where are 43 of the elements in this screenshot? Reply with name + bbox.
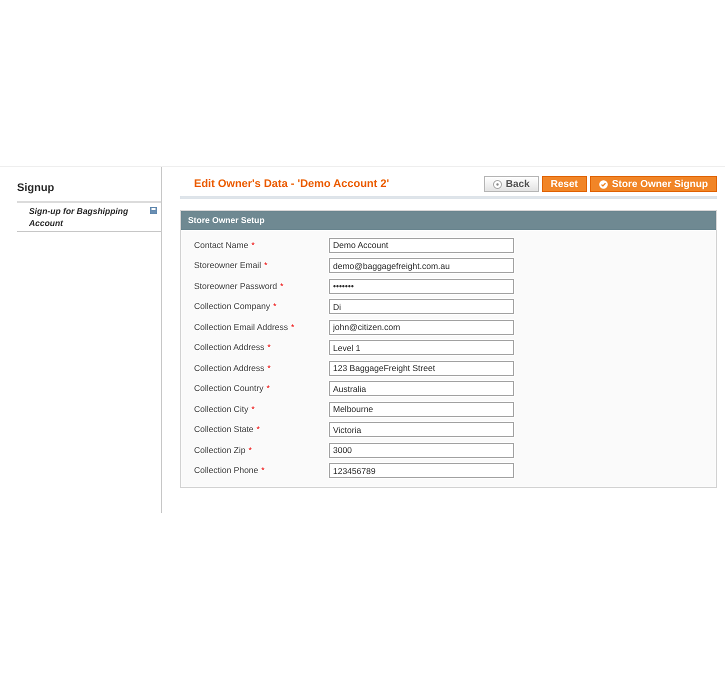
required-asterisk: * xyxy=(273,300,276,313)
text-field[interactable]: Australia xyxy=(329,381,514,396)
required-asterisk: * xyxy=(248,444,252,456)
sidebar-item[interactable]: Sign-up for Bagshipping Account xyxy=(17,202,161,232)
required-asterisk: * xyxy=(261,464,265,477)
text-field[interactable]: Di xyxy=(329,299,514,314)
text-field[interactable]: john@citizen.com xyxy=(329,320,514,334)
required-asterisk: * xyxy=(251,238,255,252)
text-field[interactable]: demo@baggagefreight.com.au xyxy=(329,258,514,273)
required-asterisk: * xyxy=(256,423,260,436)
required-asterisk: * xyxy=(266,382,270,395)
field-label: Collection Email Address xyxy=(194,320,288,334)
required-asterisk: * xyxy=(267,362,271,374)
text-field[interactable]: Victoria xyxy=(329,422,514,437)
field-label: Collection Address xyxy=(194,341,264,354)
section-header: Store Owner Setup xyxy=(181,211,716,230)
check-icon xyxy=(598,180,608,188)
text-field[interactable]: Melbourne xyxy=(329,402,514,416)
field-label: Contact Name xyxy=(194,238,248,252)
text-field[interactable]: Level 1 xyxy=(329,340,514,355)
text-field[interactable]: 123456789 xyxy=(329,463,514,478)
field-label: Collection Company xyxy=(194,300,270,313)
text-field[interactable]: 3000 xyxy=(329,442,514,458)
field-label: Collection Country xyxy=(194,382,264,395)
required-asterisk: * xyxy=(251,402,255,416)
field-label: Collection State xyxy=(194,423,254,436)
save-icon xyxy=(150,206,157,214)
page-title: Edit Owner's Data - 'Demo Account 2' xyxy=(193,176,390,192)
field-label: Storeowner Email xyxy=(194,259,262,272)
field-label: Collection Zip xyxy=(194,444,246,456)
required-asterisk: * xyxy=(264,259,268,272)
back-button[interactable]: Back xyxy=(484,176,539,192)
field-label: Collection City xyxy=(194,402,248,416)
text-field[interactable]: ••••••• xyxy=(329,278,514,294)
text-field[interactable]: 123 BaggageFreight Street xyxy=(329,360,514,376)
field-label: Collection Phone xyxy=(194,464,258,477)
required-asterisk: * xyxy=(291,320,294,334)
sidebar-title: Signup xyxy=(17,167,161,202)
text-field[interactable]: Demo Account xyxy=(329,238,514,252)
field-label: Collection Address xyxy=(194,362,264,374)
required-asterisk: * xyxy=(280,280,284,292)
field-label: Storeowner Password xyxy=(194,280,278,292)
required-asterisk: * xyxy=(267,341,271,354)
